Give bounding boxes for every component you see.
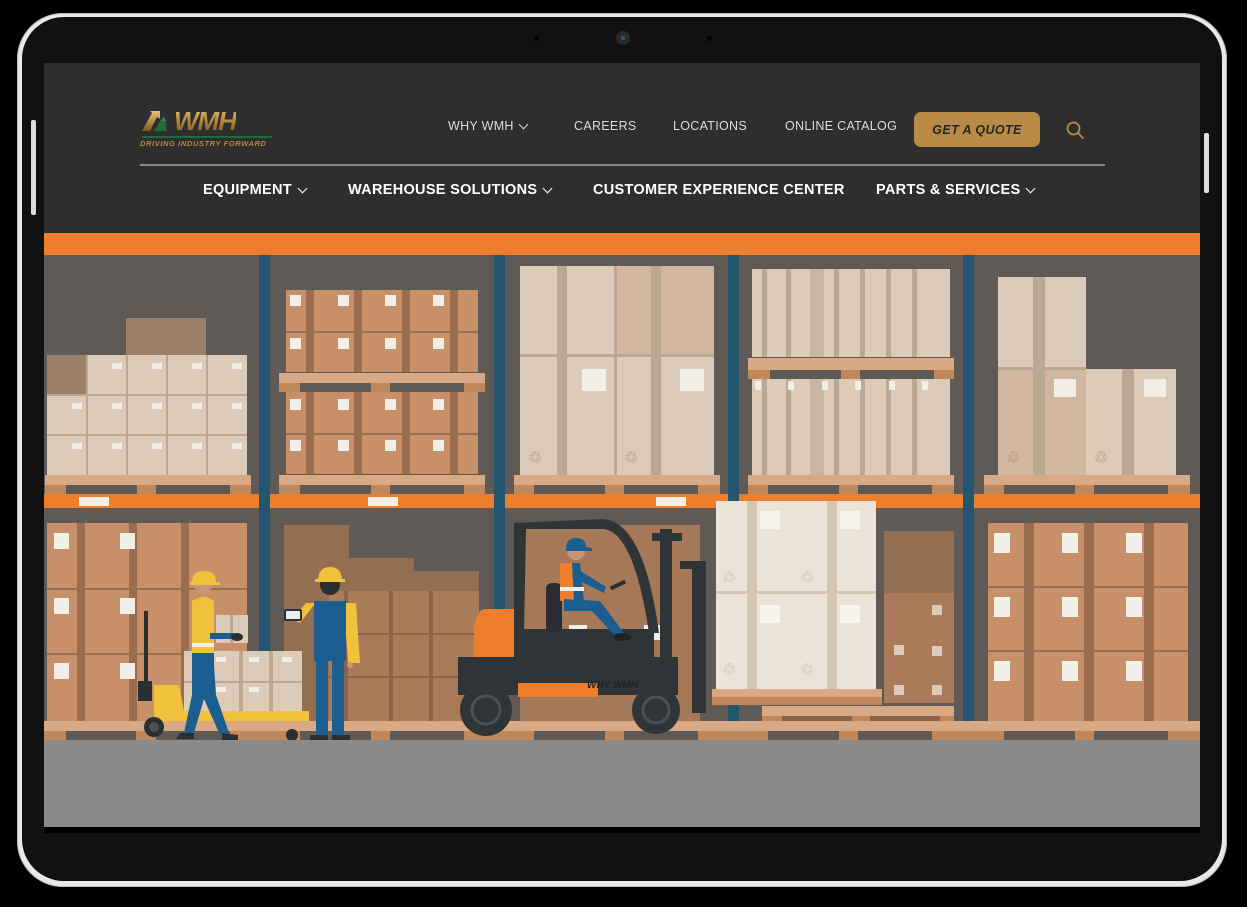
chevron-down-icon	[1026, 183, 1036, 193]
nav-label: CUSTOMER EXPERIENCE CENTER	[593, 182, 845, 198]
svg-text:♲: ♲	[1094, 450, 1108, 467]
header-divider	[140, 164, 1105, 166]
pallet-stack-2	[279, 290, 485, 494]
nav-locations[interactable]: LOCATIONS	[673, 119, 747, 133]
svg-text:♲: ♲	[722, 570, 736, 587]
nav-customer-experience-center[interactable]: CUSTOMER EXPERIENCE CENTER	[593, 182, 845, 198]
svg-text:♲: ♲	[800, 570, 814, 587]
nav-careers[interactable]: CAREERS	[574, 119, 637, 133]
forklift-label: WHY WMH	[587, 680, 639, 691]
pallet-stack-4	[748, 269, 954, 494]
svg-text:♲: ♲	[1006, 450, 1020, 467]
nav-parts-services[interactable]: PARTS & SERVICES	[876, 182, 1036, 198]
nav-label: CAREERS	[574, 119, 637, 133]
pallet-stack-3: ♲ ♲	[514, 266, 720, 494]
tablet-port	[681, 863, 741, 869]
lower-boxes-2	[284, 525, 479, 725]
main-nav: EQUIPMENT WAREHOUSE SOLUTIONS CUSTOMER E…	[44, 182, 1200, 204]
tablet-side-button	[31, 120, 36, 215]
svg-text:♲: ♲	[528, 450, 542, 467]
chevron-down-icon	[297, 183, 308, 193]
warehouse-floor	[44, 740, 1200, 827]
nav-equipment[interactable]: EQUIPMENT	[203, 182, 308, 198]
site-header: WMH DRIVING INDUSTRY FORWARD WHY WMH CAR…	[44, 63, 1200, 233]
chevron-down-icon	[518, 119, 529, 129]
sensor-dot	[534, 36, 539, 41]
svg-text:♲: ♲	[800, 662, 814, 679]
search-icon[interactable]	[1065, 120, 1085, 140]
nav-label: WAREHOUSE SOLUTIONS	[348, 182, 538, 198]
nav-label: LOCATIONS	[673, 119, 748, 133]
nav-online-catalog[interactable]: ONLINE CATALOG	[785, 119, 897, 133]
nav-warehouse-solutions[interactable]: WAREHOUSE SOLUTIONS	[348, 182, 553, 198]
pallet-stack-5: ♲ ♲	[984, 277, 1190, 494]
screen-edge	[44, 827, 1200, 833]
warehouse-scene: ♲ ♲ ♲ ♲ ♲ ♲ ♲ ♲ WHY WMH	[44, 266, 1200, 741]
svg-text:♲: ♲	[722, 662, 736, 679]
svg-text:♲: ♲	[624, 450, 638, 467]
lower-boxes-5	[988, 523, 1188, 721]
nav-label: PARTS & SERVICES	[876, 182, 1021, 198]
pallet-stack-1	[45, 318, 251, 494]
beam-labels	[79, 497, 686, 506]
tablet-side-button	[1204, 133, 1209, 193]
camera-icon	[616, 31, 630, 45]
nav-label: EQUIPMENT	[203, 182, 292, 198]
chevron-down-icon	[542, 183, 553, 193]
sensor-dot	[707, 36, 712, 41]
shrink-wrapped-pallet: ♲ ♲ ♲ ♲	[712, 501, 882, 705]
nav-label: ONLINE CATALOG	[785, 119, 898, 133]
get-a-quote-button[interactable]: GET A QUOTE	[914, 112, 1040, 147]
nav-label: WHY WMH	[448, 119, 514, 133]
website-screen: WMH DRIVING INDUSTRY FORWARD WHY WMH CAR…	[44, 63, 1200, 833]
hero-illustration: ♲ ♲ ♲ ♲ ♲ ♲ ♲ ♲ WHY WMH	[44, 233, 1200, 827]
tablet-port	[501, 863, 561, 869]
nav-why-wmh[interactable]: WHY WMH	[448, 119, 529, 133]
